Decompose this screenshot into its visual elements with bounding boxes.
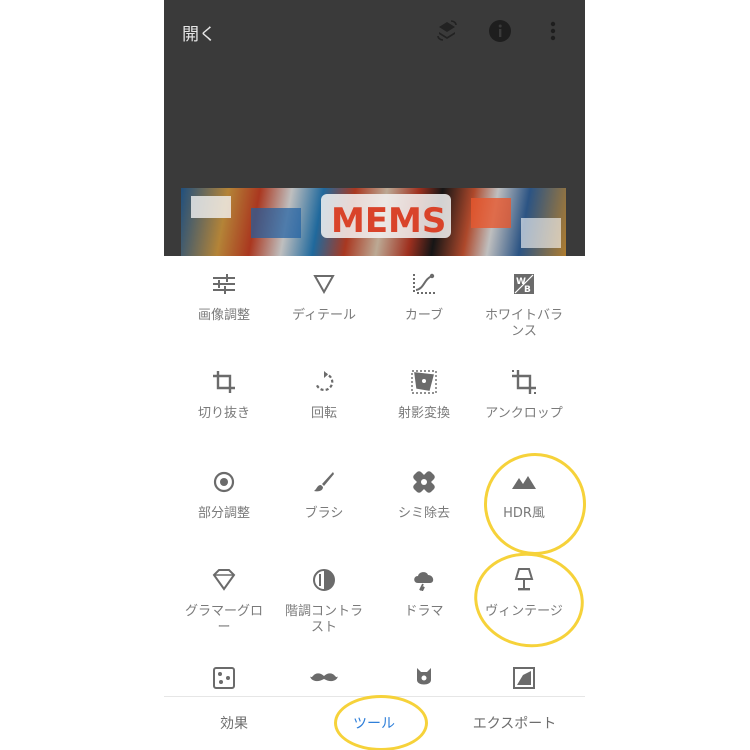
tool-rotate[interactable]: 回転 xyxy=(274,362,374,422)
tool-details[interactable]: ディテール xyxy=(274,264,374,324)
tool-hdr[interactable]: HDR風 xyxy=(474,462,574,522)
tool-tonal-contrast[interactable]: 階調コントラスト xyxy=(274,560,374,636)
tool-frames[interactable] xyxy=(474,658,574,698)
tool-label: ホワイトバランス xyxy=(484,308,563,339)
crop-icon xyxy=(174,362,274,402)
tool-label: 切り抜き xyxy=(197,406,250,421)
diamond-icon xyxy=(174,560,274,600)
tool-selective[interactable]: 部分調整 xyxy=(174,462,274,522)
tool-label: ディテール xyxy=(291,308,357,323)
lamp-icon xyxy=(474,560,574,600)
tool-label: ドラマ xyxy=(404,604,444,619)
photo-preview: MEMS xyxy=(181,188,566,256)
brush-icon xyxy=(274,462,374,502)
tool-crop[interactable]: 切り抜き xyxy=(174,362,274,422)
tab-effects[interactable]: 効果 xyxy=(164,713,304,733)
cloud-drama-icon xyxy=(374,560,474,600)
tab-export[interactable]: エクスポート xyxy=(444,713,585,733)
guitar-icon xyxy=(374,658,474,698)
snapseed-screen: 開く MEMS 画像調整 ディテール カーブ W B ホワイトバランス 切り抜き… xyxy=(164,0,585,750)
tool-healing[interactable]: シミ除去 xyxy=(374,462,474,522)
tab-tools[interactable]: ツール xyxy=(304,713,444,733)
tool-grainy-film[interactable] xyxy=(174,658,274,698)
more-vert-icon[interactable] xyxy=(540,18,566,44)
mountain-icon xyxy=(474,462,574,502)
tool-perspective[interactable]: 射影変換 xyxy=(374,362,474,422)
mustache-icon xyxy=(274,658,374,698)
target-icon xyxy=(174,462,274,502)
tool-brush[interactable]: ブラシ xyxy=(274,462,374,522)
tool-tune-image[interactable]: 画像調整 xyxy=(174,264,274,324)
tonal-contrast-icon xyxy=(274,560,374,600)
tool-label: 部分調整 xyxy=(197,506,250,521)
white-balance-icon: W B xyxy=(474,264,574,304)
tool-expand[interactable]: アンクロップ xyxy=(474,362,574,422)
layers-stack-icon[interactable] xyxy=(434,18,460,44)
tool-drama[interactable]: ドラマ xyxy=(374,560,474,620)
tool-label: 画像調整 xyxy=(197,308,250,323)
healing-icon xyxy=(374,462,474,502)
frame-icon xyxy=(474,658,574,698)
bottom-nav: 効果 ツール エクスポート xyxy=(164,696,585,750)
tool-label: 射影変換 xyxy=(397,406,450,421)
tool-label: シミ除去 xyxy=(397,506,450,521)
tool-label: アンクロップ xyxy=(485,406,563,421)
tool-label: ヴィンテージ xyxy=(485,604,563,619)
top-bar: 開く MEMS xyxy=(164,0,585,256)
info-icon[interactable] xyxy=(487,18,513,44)
tool-label: 回転 xyxy=(310,406,337,421)
tool-label: HDR風 xyxy=(503,506,545,521)
tools-grid: 画像調整 ディテール カーブ W B ホワイトバランス 切り抜き 回転 射影変換… xyxy=(164,256,585,696)
tool-label: カーブ xyxy=(404,308,444,323)
svg-text:B: B xyxy=(524,285,531,295)
expand-crop-icon xyxy=(474,362,574,402)
tool-vintage[interactable]: ヴィンテージ xyxy=(474,560,574,620)
tool-grunge[interactable] xyxy=(374,658,474,698)
dice-icon xyxy=(174,658,274,698)
tool-label: グラマーグロー xyxy=(184,604,263,635)
tool-glamour-glow[interactable]: グラマーグロー xyxy=(174,560,274,636)
rotate-icon xyxy=(274,362,374,402)
open-button[interactable]: 開く xyxy=(182,20,216,45)
triangle-down-icon xyxy=(274,264,374,304)
svg-text:MEMS: MEMS xyxy=(331,201,446,241)
tool-retrolux[interactable] xyxy=(274,658,374,698)
tune-sliders-icon xyxy=(174,264,274,304)
tool-label: ブラシ xyxy=(304,506,344,521)
tool-curves[interactable]: カーブ xyxy=(374,264,474,324)
perspective-icon xyxy=(374,362,474,402)
curves-icon xyxy=(374,264,474,304)
tool-white-balance[interactable]: W B ホワイトバランス xyxy=(474,264,574,340)
tool-label: 階調コントラスト xyxy=(284,604,363,635)
